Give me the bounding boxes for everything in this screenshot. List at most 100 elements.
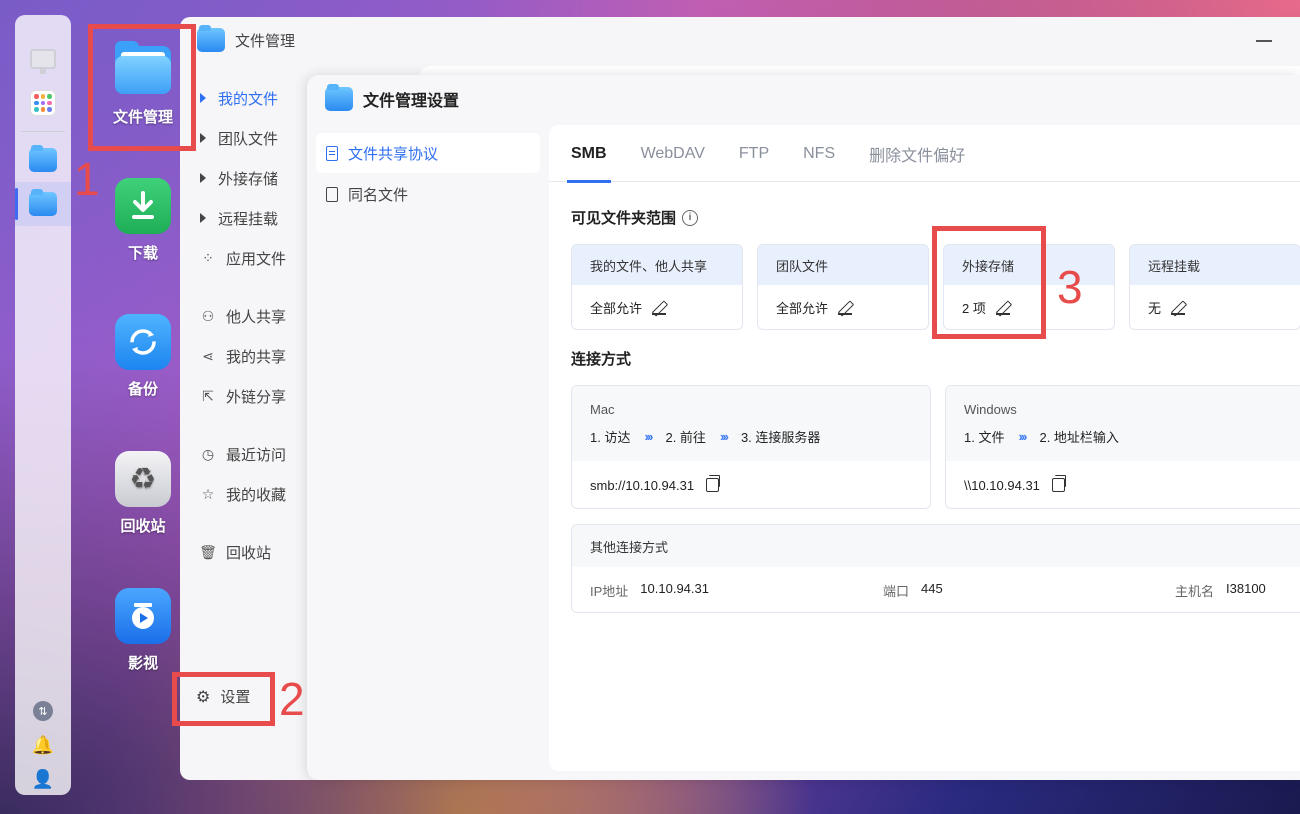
visible-scope-heading: 可见文件夹范围 i	[571, 207, 699, 228]
other-connect-card: 其他连接方式 IP地址 10.10.94.31 端口 445 主机名 I3810…	[571, 524, 1300, 613]
desktop-icon-video[interactable]: 影视	[100, 588, 186, 673]
protocol-tabs: SMB WebDAV FTP NFS 删除文件偏好	[549, 125, 1300, 183]
tab-smb[interactable]: SMB	[567, 125, 611, 183]
section-title: 可见文件夹范围	[571, 210, 677, 227]
desktop-icon-download[interactable]: 下载	[100, 178, 186, 263]
section-title: 连接方式	[571, 351, 632, 368]
sidebar-item-recent[interactable]: ◷ 最近访问	[180, 434, 310, 474]
step: 1. 文件	[964, 430, 1005, 445]
info-icon[interactable]: i	[682, 209, 699, 226]
external-link-icon: ⇱	[202, 387, 214, 404]
step: 3. 连接服务器	[740, 430, 821, 445]
mac-connect-card: Mac 1. 访达 ››› 2. 前往 ››› 3. 连接服务器 smb://1…	[571, 385, 931, 509]
scope-card-head: 我的文件、他人共享	[572, 245, 742, 285]
windows-connect-card: Windows 1. 文件 ››› 2. 地址栏输入 \\10.10.94.31	[945, 385, 1300, 509]
copy-icon[interactable]	[706, 475, 721, 492]
bell-icon[interactable]: 🔔	[32, 735, 54, 755]
tab-webdav[interactable]: WebDAV	[641, 125, 705, 182]
clock-icon: ◷	[201, 445, 215, 462]
ip-field: IP地址 10.10.94.31	[590, 581, 709, 600]
window-title-bar: 文件管理	[197, 25, 295, 52]
sidebar-item-label: 他人共享	[226, 308, 287, 326]
ip-label: IP地址	[590, 584, 629, 599]
document-icon	[326, 186, 338, 202]
minimize-button[interactable]	[1256, 40, 1272, 42]
dialog-nav-share-protocol[interactable]: 文件共享协议	[316, 133, 540, 173]
unc-address: \\10.10.94.31	[964, 477, 1040, 493]
annotation-box-3	[932, 226, 1046, 339]
sidebar-item-label: 团队文件	[218, 130, 279, 148]
desktop-icon-label: 下载	[127, 245, 158, 262]
transfer-icon[interactable]: ⇅	[33, 701, 53, 721]
sidebar-item-label: 外接存储	[218, 170, 279, 188]
annotation-box-1	[88, 24, 196, 151]
dock-divider	[21, 131, 65, 132]
people-icon: ⚇	[201, 307, 215, 324]
caret-right-icon	[200, 133, 206, 143]
dialog-nav-label: 同名文件	[348, 186, 409, 204]
app-grid-icon	[30, 90, 56, 116]
app-center-button[interactable]	[15, 81, 71, 125]
dock: ⇅ 🔔 👤	[15, 15, 71, 795]
sidebar-item-favorites[interactable]: ☆ 我的收藏	[180, 474, 310, 514]
sidebar-item-label: 回收站	[226, 544, 272, 562]
hostname-label: 主机名	[1175, 584, 1215, 599]
sidebar-item-app-files[interactable]: ⁘ 应用文件	[180, 238, 310, 278]
dock-file-manager[interactable]	[15, 138, 71, 182]
scope-card-head: 团队文件	[758, 245, 928, 285]
sidebar-item-label: 外链分享	[226, 388, 287, 406]
sidebar-item-team-files[interactable]: 团队文件	[180, 118, 310, 158]
hostname-value: I38100	[1226, 581, 1266, 596]
sidebar-item-label: 远程挂载	[218, 210, 279, 228]
sidebar-item-recycle-bin[interactable]: 🗑 回收站	[180, 532, 310, 572]
copy-icon[interactable]	[1051, 475, 1066, 492]
connect-steps: 1. 访达 ››› 2. 前往 ››› 3. 连接服务器	[590, 427, 930, 446]
desktop-button[interactable]	[15, 37, 71, 81]
star-icon: ☆	[201, 485, 215, 502]
scope-card-team-files: 团队文件 全部允许	[757, 244, 929, 330]
sidebar-item-shared-with-me[interactable]: ⚇ 他人共享	[180, 296, 310, 336]
sidebar-item-label: 最近访问	[226, 446, 287, 464]
monitor-icon	[30, 49, 56, 74]
sidebar-item-remote-mount[interactable]: 远程挂载	[180, 198, 310, 238]
apps-icon: ⁘	[202, 249, 214, 266]
video-play-icon	[115, 588, 171, 644]
sidebar-item-external-storage[interactable]: 外接存储	[180, 158, 310, 198]
caret-right-icon	[200, 213, 206, 223]
port-label: 端口	[883, 584, 910, 599]
smb-address: smb://10.10.94.31	[590, 477, 695, 493]
dialog-nav-duplicate-files[interactable]: 同名文件	[316, 174, 540, 214]
tab-delete-preference[interactable]: 删除文件偏好	[869, 125, 965, 182]
sidebar: 我的文件 团队文件 外接存储 远程挂载 ⁘ 应用文件 ⚇ 他人共享 ⋖ 我的共享 ⇱ 外…	[180, 78, 310, 572]
tab-nfs[interactable]: NFS	[803, 125, 835, 182]
edit-icon[interactable]	[652, 301, 667, 315]
desktop-icon-backup[interactable]: 备份	[100, 314, 186, 399]
other-connect-row: IP地址 10.10.94.31 端口 445 主机名 I38100	[572, 567, 1300, 611]
step: 2. 地址栏输入	[1039, 430, 1119, 445]
scope-card-value: 无	[1148, 301, 1162, 316]
sidebar-item-my-shares[interactable]: ⋖ 我的共享	[180, 336, 310, 376]
desktop-icon-label: 影视	[127, 655, 158, 672]
step: 1. 访达	[590, 430, 631, 445]
dock-file-settings[interactable]	[15, 182, 71, 226]
user-icon[interactable]: 👤	[32, 769, 54, 789]
desktop-icon-recycle-bin[interactable]: ♻ 回收站	[100, 451, 186, 536]
scope-card-value: 全部允许	[776, 301, 829, 316]
sidebar-item-my-files[interactable]: 我的文件	[180, 78, 310, 118]
scope-card-value: 全部允许	[590, 301, 643, 316]
scope-card-remote-mount: 远程挂载 无	[1129, 244, 1300, 330]
sidebar-item-link-shares[interactable]: ⇱ 外链分享	[180, 376, 310, 416]
edit-icon[interactable]	[838, 301, 853, 315]
folder-settings-icon	[29, 189, 57, 216]
other-connect-title: 其他连接方式	[572, 525, 1300, 567]
caret-right-icon	[200, 93, 206, 103]
ip-value: 10.10.94.31	[640, 581, 709, 596]
sidebar-item-label: 我的收藏	[226, 486, 287, 504]
sidebar-item-label: 应用文件	[226, 250, 287, 268]
folder-icon	[197, 25, 225, 52]
port-field: 端口 445	[883, 581, 943, 600]
tab-ftp[interactable]: FTP	[739, 125, 769, 182]
sidebar-item-label: 我的文件	[218, 90, 279, 108]
edit-icon[interactable]	[1171, 301, 1186, 315]
os-name: Mac	[590, 402, 615, 417]
